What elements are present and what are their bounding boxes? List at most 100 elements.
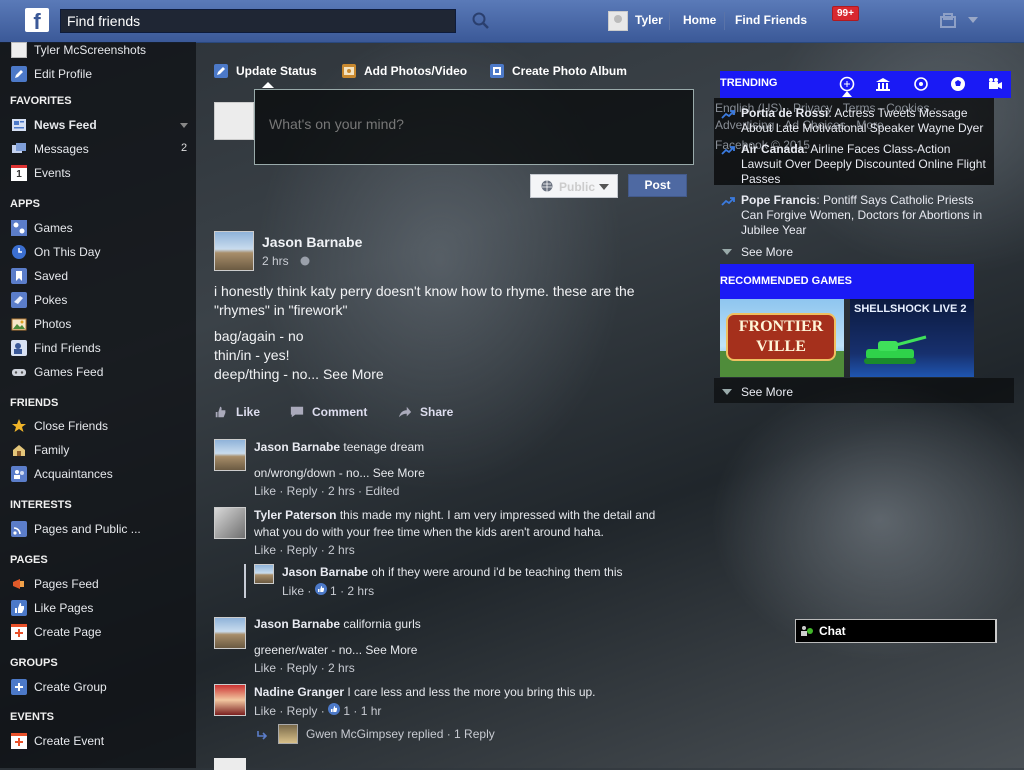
sidebar-item-like-pages[interactable]: Like Pages: [11, 599, 93, 617]
comment-author[interactable]: Jason Barnabe: [254, 440, 340, 454]
find-friends-link[interactable]: Find Friends: [735, 13, 807, 27]
sidebar-item-create-group[interactable]: Create Group: [11, 678, 107, 696]
sidebar-edit-profile[interactable]: Edit Profile: [11, 65, 92, 83]
tab-create-album-label: Create Photo Album: [512, 64, 627, 78]
tab-update-status[interactable]: Update Status: [214, 64, 317, 78]
comment-meta[interactable]: Like · Reply · 2 hrs · Edited: [254, 484, 399, 498]
sidebar-item-acquaintances[interactable]: Acquaintances: [11, 465, 113, 483]
sidebar-item-events[interactable]: 1 Events: [11, 164, 71, 182]
facebook-logo[interactable]: f: [25, 8, 49, 32]
sidebar-item-games-feed[interactable]: Games Feed: [11, 363, 103, 381]
post-author-name[interactable]: Jason Barnabe: [262, 234, 362, 250]
sidebar-profile[interactable]: Tyler McScreenshots: [11, 41, 146, 59]
sidebar-item-pages-and-public[interactable]: Pages and Public ...: [11, 520, 141, 538]
audience-selector[interactable]: Public: [530, 174, 618, 198]
sidebar-item-news-feed[interactable]: News Feed: [11, 116, 97, 134]
status-input[interactable]: What's on your mind?: [254, 89, 694, 165]
trending-item[interactable]: Portia de Rossi: Actress Tweets Message …: [741, 106, 993, 136]
comment-avatar[interactable]: [214, 439, 246, 471]
reply-avatar[interactable]: [254, 564, 274, 584]
comment-meta[interactable]: Like · Reply · 2 hrs: [254, 543, 355, 557]
comment-like-link[interactable]: Like · Reply ·: [254, 704, 325, 718]
reply-author[interactable]: Jason Barnabe: [282, 565, 368, 579]
search-box[interactable]: [60, 9, 456, 33]
post-author-avatar[interactable]: [214, 231, 254, 271]
trending-see-more[interactable]: See More: [722, 245, 793, 259]
see-more-link[interactable]: See More: [365, 643, 417, 657]
sidebar-item-photos[interactable]: Photos: [11, 315, 71, 333]
post-timestamp[interactable]: 2 hrs: [262, 254, 289, 268]
science-icon[interactable]: [913, 76, 929, 92]
politics-icon[interactable]: [839, 76, 855, 92]
comment-avatar[interactable]: [214, 507, 246, 539]
sidebar-item-create-page[interactable]: Create Page: [11, 623, 101, 641]
sidebar-item-create-event[interactable]: Create Event: [11, 732, 104, 750]
tab-add-photos[interactable]: Add Photos/Video: [342, 64, 467, 78]
saved-label: Saved: [34, 269, 69, 283]
bookmark-icon: [11, 268, 27, 284]
comment-text: greener/water - no...: [254, 643, 363, 657]
news-feed-label: News Feed: [34, 118, 97, 132]
sidebar-item-games[interactable]: Games: [11, 219, 73, 237]
account-menu-arrow-icon[interactable]: [968, 17, 978, 23]
sidebar-item-close-friends[interactable]: Close Friends: [11, 417, 108, 435]
game-tile-shellshock[interactable]: SHELLSHOCK LIVE 2: [850, 299, 974, 377]
sidebar-item-pages-feed[interactable]: Pages Feed: [11, 575, 99, 593]
thumbs-up-icon: [215, 406, 226, 418]
trending-item[interactable]: Pope Francis: Pontiff Says Catholic Prie…: [741, 193, 993, 238]
sidebar-item-on-this-day[interactable]: On This Day: [11, 243, 100, 261]
home-link[interactable]: Home: [683, 13, 716, 27]
government-icon[interactable]: [875, 76, 891, 92]
thumbs-up-icon: [11, 600, 27, 616]
sidebar-item-messages[interactable]: Messages: [11, 140, 89, 158]
tab-create-album[interactable]: Create Photo Album: [490, 64, 627, 78]
see-more-link[interactable]: See More: [373, 466, 425, 480]
sidebar-item-pokes[interactable]: Pokes: [11, 291, 67, 309]
game-tile-frontierville[interactable]: FRONTIER VILLE: [720, 299, 844, 377]
sports-icon[interactable]: [950, 76, 966, 92]
comment-avatar[interactable]: [214, 684, 246, 716]
sidebar-item-saved[interactable]: Saved: [11, 267, 68, 285]
photos-label: Photos: [34, 317, 72, 331]
entertainment-icon[interactable]: [987, 76, 1003, 92]
sidebar-item-find-friends[interactable]: Find Friends: [11, 339, 101, 357]
like-button[interactable]: Like: [214, 405, 260, 419]
user-avatar[interactable]: [608, 11, 628, 31]
privacy-shortcuts-icon[interactable]: [940, 13, 958, 29]
view-replies-link[interactable]: Gwen McGimpsey replied · 1 Reply: [306, 727, 495, 741]
games-icon: [11, 220, 27, 236]
profile-link[interactable]: Tyler: [635, 13, 663, 27]
comment-author[interactable]: Nadine Granger: [254, 685, 344, 699]
games-see-more[interactable]: See More: [722, 385, 793, 399]
chevron-down-icon: [599, 184, 609, 190]
events-icon: 1: [11, 165, 27, 181]
comment-author[interactable]: Jason Barnabe: [254, 617, 340, 631]
interests-heading: INTERESTS: [10, 499, 72, 511]
news-feed-options-icon[interactable]: [180, 123, 188, 128]
see-more-link[interactable]: See More: [323, 366, 384, 382]
pages-heading: PAGES: [10, 554, 48, 566]
comment-text: I care less and less the more you bring …: [347, 685, 596, 699]
search-input[interactable]: [61, 10, 455, 32]
trending-item[interactable]: Air Canada: Airline Faces Class-Action L…: [741, 142, 993, 187]
comment-avatar[interactable]: [214, 617, 246, 649]
share-icon: [398, 406, 412, 418]
pages-and-public-label: Pages and Public ...: [34, 522, 141, 536]
reply-like-link[interactable]: Like ·: [282, 584, 311, 598]
games-label: Games: [34, 221, 73, 235]
create-event-icon: [11, 733, 27, 749]
search-icon[interactable]: [470, 10, 492, 32]
chat-bar[interactable]: Chat: [795, 619, 997, 643]
comment-body: greener/water - no... See More: [254, 643, 417, 657]
share-label: Share: [420, 405, 454, 419]
comment-button[interactable]: Comment: [290, 405, 367, 419]
share-button[interactable]: Share: [398, 405, 453, 419]
comment-input-avatar: [214, 758, 246, 770]
post-button[interactable]: Post: [628, 174, 687, 197]
events-heading: EVENTS: [10, 711, 55, 723]
create-group-icon: [11, 679, 27, 695]
notification-badge[interactable]: 99+: [832, 6, 859, 21]
comment-author[interactable]: Tyler Paterson: [254, 508, 336, 522]
sidebar-item-family[interactable]: Family: [11, 441, 69, 459]
comment-meta[interactable]: Like · Reply · 2 hrs: [254, 661, 355, 675]
